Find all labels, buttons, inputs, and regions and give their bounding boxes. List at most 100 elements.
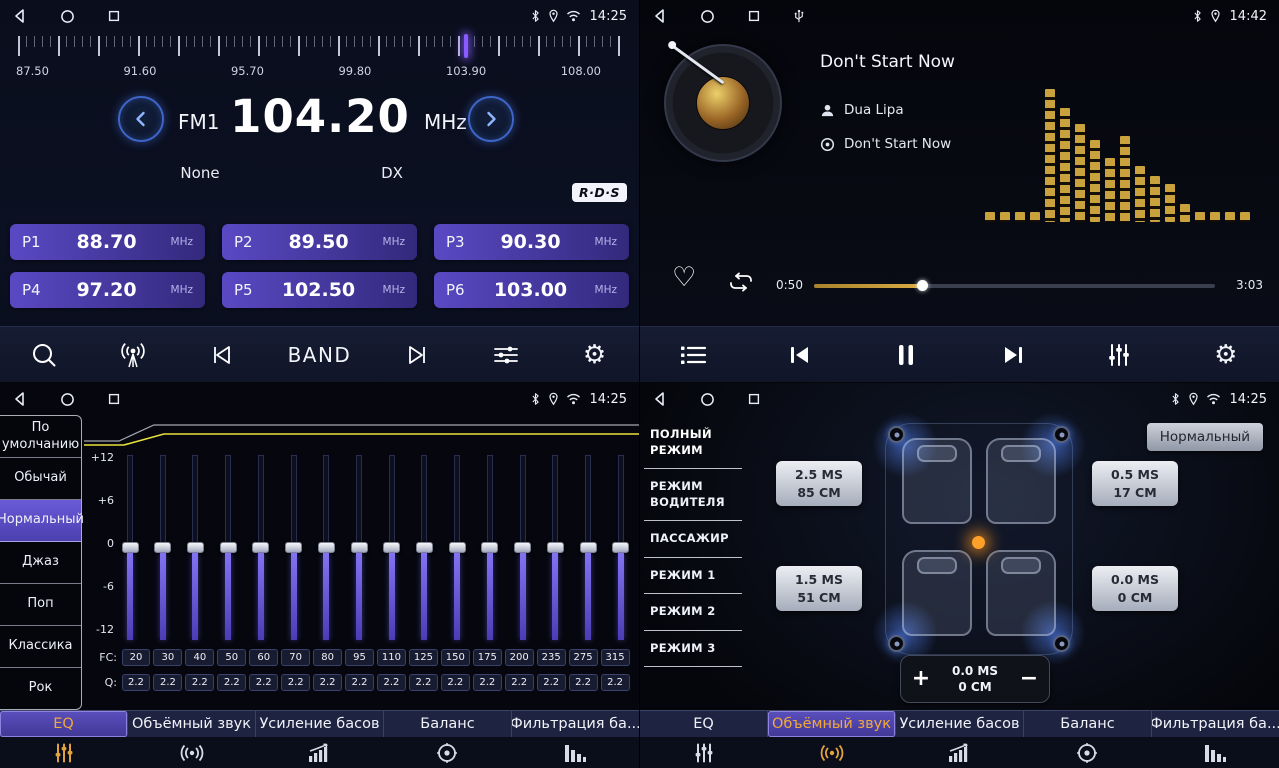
tab-bass-boost-icon[interactable] <box>256 743 384 763</box>
recents-icon[interactable] <box>107 392 121 406</box>
rear-right-delay-button[interactable]: 0.0 MS 0 CM <box>1092 566 1178 611</box>
tab-eq-icon[interactable] <box>640 742 768 764</box>
eq-preset-jazz[interactable]: Джаз <box>0 542 81 584</box>
tab-filter[interactable]: Фильтрация ба... <box>1152 711 1279 737</box>
recents-icon[interactable] <box>747 9 761 23</box>
playlist-button[interactable] <box>670 344 716 366</box>
eq-band-slider-50[interactable] <box>218 455 238 640</box>
eq-band-slider-20[interactable] <box>120 455 140 640</box>
eq-band-slider-60[interactable] <box>251 455 271 640</box>
seek-bar[interactable] <box>814 284 1215 288</box>
eq-band-slider-150[interactable] <box>447 455 467 640</box>
eq-preset-rock[interactable]: Рок <box>0 668 81 709</box>
home-icon[interactable] <box>60 392 75 407</box>
tab-balance-icon[interactable] <box>1023 742 1151 764</box>
preset-button-p5[interactable]: P5102.50MHz <box>222 272 417 308</box>
preset-button-p3[interactable]: P390.30MHz <box>434 224 629 260</box>
pause-button[interactable] <box>883 342 929 368</box>
settings-button[interactable]: ⚙ <box>1203 342 1249 368</box>
eq-slider-handle[interactable] <box>514 542 531 553</box>
home-icon[interactable] <box>700 9 715 24</box>
mode-full[interactable]: ПОЛНЫЙ РЕЖИМ <box>644 417 742 469</box>
eq-band-slider-95[interactable] <box>349 455 369 640</box>
back-icon[interactable] <box>12 8 28 24</box>
next-track-button[interactable] <box>990 343 1036 367</box>
tune-down-button[interactable] <box>118 96 164 142</box>
recents-icon[interactable] <box>107 9 121 23</box>
back-icon[interactable] <box>652 391 668 407</box>
eq-slider-handle[interactable] <box>122 542 139 553</box>
tab-eq-icon[interactable] <box>0 742 128 764</box>
repeat-button[interactable] <box>728 272 754 292</box>
eq-slider-handle[interactable] <box>580 542 597 553</box>
tab-bass-boost-icon[interactable] <box>896 743 1024 763</box>
eq-band-slider-70[interactable] <box>284 455 304 640</box>
eq-band-slider-275[interactable] <box>578 455 598 640</box>
eq-preset-default[interactable]: По умолчанию <box>0 416 81 458</box>
eq-band-slider-30[interactable] <box>153 455 173 640</box>
eq-band-slider-110[interactable] <box>382 455 402 640</box>
tab-bass-boost[interactable]: Усиление басов <box>896 711 1024 737</box>
delay-increase-button[interactable]: + <box>901 668 941 690</box>
eq-band-slider-315[interactable] <box>611 455 631 640</box>
eq-band-slider-200[interactable] <box>513 455 533 640</box>
eq-slider-handle[interactable] <box>318 542 335 553</box>
tab-filter[interactable]: Фильтрация ба... <box>512 711 639 737</box>
mode-3[interactable]: РЕЖИМ 3 <box>644 631 742 668</box>
preset-button-p1[interactable]: P188.70MHz <box>10 224 205 260</box>
eq-slider-handle[interactable] <box>220 542 237 553</box>
eq-preset-classic[interactable]: Классика <box>0 626 81 668</box>
rear-left-delay-button[interactable]: 1.5 MS 51 CM <box>776 566 862 611</box>
prev-station-button[interactable] <box>199 344 245 366</box>
tab-surround-sound-icon[interactable] <box>128 743 256 763</box>
tab-surround-sound-icon[interactable] <box>768 743 896 763</box>
broadcast-scan-button[interactable] <box>110 342 156 368</box>
next-station-button[interactable] <box>394 344 440 366</box>
tab-balance[interactable]: Баланс <box>1024 711 1152 737</box>
tab-balance[interactable]: Баланс <box>384 711 512 737</box>
eq-slider-handle[interactable] <box>187 542 204 553</box>
preset-button-p6[interactable]: P6103.00MHz <box>434 272 629 308</box>
tab-surround-sound[interactable]: Объёмный звук <box>128 711 256 737</box>
eq-preset-normal[interactable]: Нормальный <box>0 500 81 542</box>
eq-slider-handle[interactable] <box>481 542 498 553</box>
tab-eq[interactable]: EQ <box>0 711 128 737</box>
eq-preset-custom[interactable]: Обычай <box>0 458 81 500</box>
preset-button-p2[interactable]: P289.50MHz <box>222 224 417 260</box>
tab-filter-icon[interactable] <box>511 743 639 763</box>
mode-2[interactable]: РЕЖИМ 2 <box>644 594 742 631</box>
eq-slider-handle[interactable] <box>612 542 629 553</box>
home-icon[interactable] <box>700 392 715 407</box>
mode-driver[interactable]: РЕЖИМ ВОДИТЕЛЯ <box>644 469 742 521</box>
eq-slider-handle[interactable] <box>154 542 171 553</box>
eq-slider-handle[interactable] <box>252 542 269 553</box>
mode-passenger[interactable]: ПАССАЖИР <box>644 521 742 558</box>
eq-band-slider-80[interactable] <box>316 455 336 640</box>
recents-icon[interactable] <box>747 392 761 406</box>
tab-eq[interactable]: EQ <box>640 711 768 737</box>
front-right-delay-button[interactable]: 0.5 MS 17 CM <box>1092 461 1178 506</box>
eq-slider-handle[interactable] <box>547 542 564 553</box>
eq-settings-button[interactable] <box>483 343 529 367</box>
search-button[interactable] <box>21 341 67 369</box>
band-button[interactable]: BAND <box>288 343 352 367</box>
tab-bass-boost[interactable]: Усиление басов <box>256 711 384 737</box>
tab-surround-sound[interactable]: Объёмный звук <box>768 711 896 737</box>
surround-preset-button[interactable]: Нормальный <box>1147 423 1263 451</box>
eq-slider-handle[interactable] <box>285 542 302 553</box>
frequency-scale[interactable] <box>18 36 621 58</box>
previous-track-button[interactable] <box>777 343 823 367</box>
home-icon[interactable] <box>60 9 75 24</box>
eq-slider-handle[interactable] <box>351 542 368 553</box>
back-icon[interactable] <box>12 391 28 407</box>
eq-slider-handle[interactable] <box>416 542 433 553</box>
eq-slider-handle[interactable] <box>383 542 400 553</box>
eq-band-slider-175[interactable] <box>480 455 500 640</box>
delay-decrease-button[interactable]: − <box>1009 668 1049 690</box>
tab-balance-icon[interactable] <box>383 742 511 764</box>
favorite-button[interactable]: ♡ <box>672 264 696 291</box>
tune-up-button[interactable] <box>468 96 514 142</box>
eq-band-slider-235[interactable] <box>545 455 565 640</box>
preset-button-p4[interactable]: P497.20MHz <box>10 272 205 308</box>
front-left-delay-button[interactable]: 2.5 MS 85 CM <box>776 461 862 506</box>
